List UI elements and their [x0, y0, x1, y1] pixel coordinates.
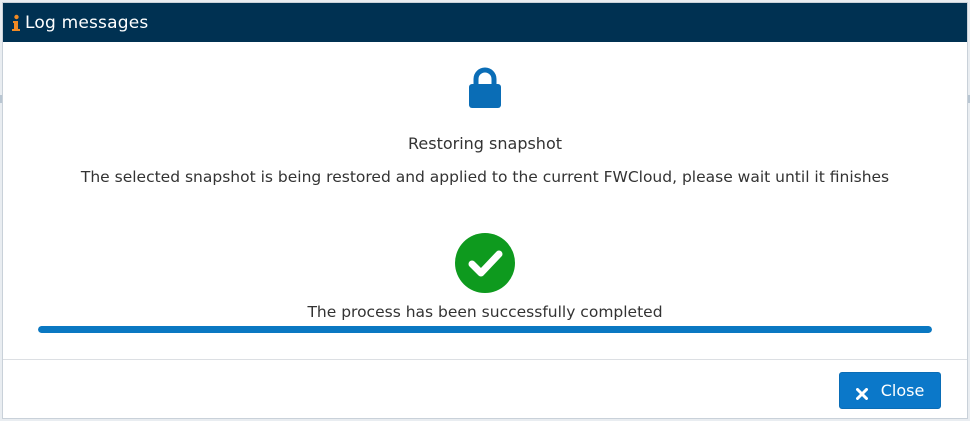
status-text: The process has been successfully comple…: [307, 303, 663, 321]
close-button-label: Close: [880, 381, 925, 400]
lock-icon: [467, 67, 503, 109]
close-button[interactable]: Close: [839, 372, 941, 409]
log-messages-dialog: Log messages Restoring snapshot The sele…: [2, 2, 968, 419]
info-icon: [11, 14, 21, 32]
dialog-footer: Close: [3, 359, 967, 418]
dialog-titlebar: Log messages: [3, 3, 967, 42]
dialog-heading: Restoring snapshot: [407, 134, 563, 153]
check-circle-icon: [455, 233, 515, 293]
close-icon: [855, 385, 868, 400]
progress-fill: [38, 326, 932, 333]
dialog-message: The selected snapshot is being restored …: [80, 168, 890, 186]
dialog-body: Restoring snapshot The selected snapshot…: [3, 42, 967, 360]
progress-bar: [38, 326, 932, 333]
dialog-title: Log messages: [25, 12, 149, 33]
